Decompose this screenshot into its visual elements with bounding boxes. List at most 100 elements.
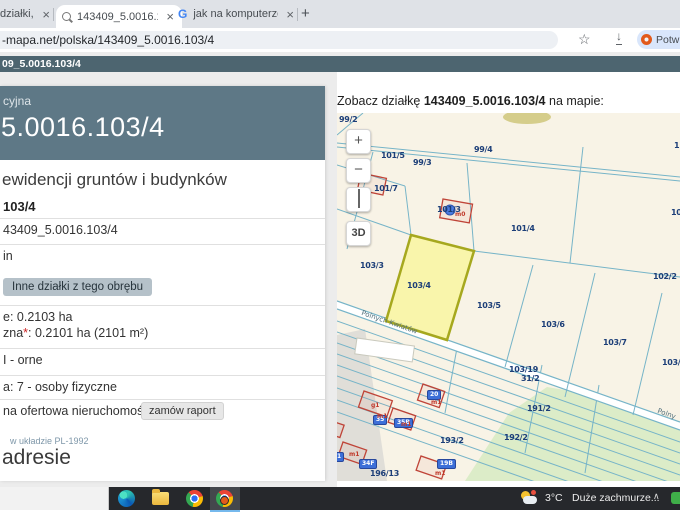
map-parcel-label: 193/2 [440, 436, 464, 445]
windows-taskbar: 3°C Duże zachmurze... ∧ [0, 487, 680, 510]
map-parcel-label: 103/7 [603, 338, 627, 347]
tray-chevron-icon[interactable]: ∧ [653, 491, 660, 502]
url-text: -mapa.net/polska/143409_5.0016.103/4 [0, 33, 214, 47]
divider [0, 244, 325, 245]
map-building-label: m1 [431, 399, 441, 406]
google-favicon-icon: G [178, 7, 187, 21]
3d-view-button[interactable]: 3D [346, 221, 371, 246]
land-use: I - orne [3, 353, 43, 367]
tab-dzialki[interactable]: działki, loka × [0, 0, 52, 28]
profile-label: Potwie [656, 34, 680, 46]
site-header-bar: 09_5.0016.103/4 [0, 56, 680, 72]
divider [0, 399, 325, 400]
layers-icon [358, 189, 360, 208]
map-parcel-label: 101/5 [381, 151, 405, 160]
map-parcel-label: 103/8 [662, 358, 680, 367]
map-street-label: Polnych Kwiatów [360, 309, 418, 336]
parcel-number: 103/4 [3, 199, 36, 214]
map-parcel-label: 99/3 [413, 158, 431, 167]
tab-title: działki, loka [0, 8, 34, 20]
address-bar[interactable]: -mapa.net/polska/143409_5.0016.103/4 [0, 31, 558, 49]
edge-icon[interactable] [118, 490, 135, 507]
chrome-icon[interactable] [186, 490, 203, 507]
order-report-button[interactable]: zamów raport [141, 402, 224, 420]
new-tab-button[interactable]: + [301, 5, 310, 22]
tab-separator [53, 8, 54, 21]
map-parcel-label: 103/19 [509, 365, 538, 374]
card-header-subtitle: cyjna [3, 94, 31, 108]
offer-label: na ofertowa nieruchomości: [3, 404, 156, 418]
map-parcel-label: 191/2 [527, 404, 551, 413]
other-parcels-button[interactable]: Inne działki z tego obrębu [3, 278, 152, 296]
map-label-layer: 99/2101/599/399/4101/7101/3101/4103/3103… [337, 113, 680, 481]
tab-close-icon[interactable]: × [284, 7, 296, 22]
tray-shield-icon[interactable] [671, 492, 680, 504]
section-heading: ewidencji gruntów i budynków [2, 170, 227, 190]
parcel-location: in [3, 249, 13, 263]
map-parcel-label: 103/4 [407, 281, 431, 290]
download-icon[interactable]: ↓ [616, 31, 622, 45]
map-parcel-label: 31/2 [521, 374, 539, 383]
tab-google-search[interactable]: G jak na komputerze zrobić zrzu × [178, 0, 296, 28]
file-explorer-icon[interactable] [152, 492, 169, 505]
tab-close-icon[interactable]: × [40, 7, 52, 22]
divider [0, 348, 325, 349]
zoom-in-button[interactable]: + [346, 129, 371, 154]
taskbar-search-box[interactable] [0, 487, 109, 510]
map-parcel-label: 103/5 [477, 301, 501, 310]
map-parcel-label: 99/2 [339, 115, 357, 124]
magnifier-favicon-icon [62, 12, 71, 21]
map-building-label: m1 [377, 413, 387, 420]
temperature-text[interactable]: 3°C [545, 492, 563, 504]
weather-text[interactable]: Duże zachmurze... [572, 492, 660, 504]
parcel-full-id: 43409_5.0016.103/4 [3, 223, 118, 237]
map-parcel-label: 10 [671, 208, 680, 217]
cadastral-map[interactable]: 99/2101/599/399/4101/7101/3101/4103/3103… [337, 113, 680, 481]
map-caption: Zobacz działkę 143409_5.0016.103/4 na ma… [337, 94, 604, 108]
tab-title: 143409_5.0016.103/4 :: Działka [77, 11, 158, 23]
divider [0, 218, 325, 219]
cloud-icon [523, 496, 537, 504]
active-app-highlight[interactable] [210, 487, 240, 512]
profile-chip[interactable]: Potwie [637, 30, 680, 49]
area-registry: e: 0.2103 ha [3, 310, 73, 324]
map-building-label: m1 [401, 421, 411, 428]
map-parcel-label: 102/2 [653, 272, 677, 281]
area-graphic-value: : 0.2101 ha (2101 m²) [28, 326, 148, 340]
parcel-card-header: cyjna 5.0016.103/4 [0, 86, 325, 160]
parcel-info-card: cyjna 5.0016.103/4 ewidencji gruntów i b… [0, 86, 325, 481]
coordinate-system-footnote: w układzie PL-1992 [10, 436, 89, 446]
area-graphic: zna*: 0.2101 ha (2101 m²) [3, 326, 148, 340]
map-parcel-label: 101/4 [511, 224, 535, 233]
caption-suffix: na mapie: [546, 94, 604, 108]
address-section-heading: adresie [2, 446, 71, 470]
map-parcel-label: 99/4 [474, 145, 492, 154]
tab-close-icon[interactable]: × [164, 9, 176, 24]
notification-badge [220, 496, 229, 505]
register-group: a: 7 - osoby fizyczne [3, 380, 117, 394]
tab-active-parcel[interactable]: 143409_5.0016.103/4 :: Działka × [56, 5, 182, 28]
map-parcel-label: 103/6 [541, 320, 565, 329]
map-building-label: m1 [349, 451, 359, 458]
map-address-marker[interactable]: 1 [337, 452, 344, 462]
map-parcel-label: 196/13 [370, 469, 399, 478]
bookmark-star-icon[interactable]: ☆ [578, 31, 591, 48]
map-address-marker[interactable]: 19B [437, 459, 456, 469]
area-graphic-prefix: zna [3, 326, 23, 340]
weather-alert-icon [531, 490, 536, 495]
divider [0, 375, 325, 376]
tab-separator [297, 8, 298, 21]
divider [0, 305, 325, 306]
map-address-marker[interactable]: 34F [359, 459, 377, 469]
map-building-label: m1 [435, 470, 445, 477]
caption-parcel-id: 143409_5.0016.103/4 [424, 94, 546, 108]
map-building-label: m0 [455, 211, 465, 218]
zoom-out-button[interactable]: − [346, 158, 371, 183]
tab-title: jak na komputerze zrobić zrzu [193, 8, 278, 20]
card-header-parcel-id: 5.0016.103/4 [1, 112, 165, 143]
browser-toolbar: -mapa.net/polska/143409_5.0016.103/4 ☆ ↓… [0, 28, 680, 52]
caption-prefix: Zobacz działkę [337, 94, 424, 108]
browser-tab-strip: działki, loka × 143409_5.0016.103/4 :: D… [0, 0, 680, 28]
layers-button[interactable] [346, 187, 371, 212]
weather-icon[interactable] [520, 490, 538, 507]
